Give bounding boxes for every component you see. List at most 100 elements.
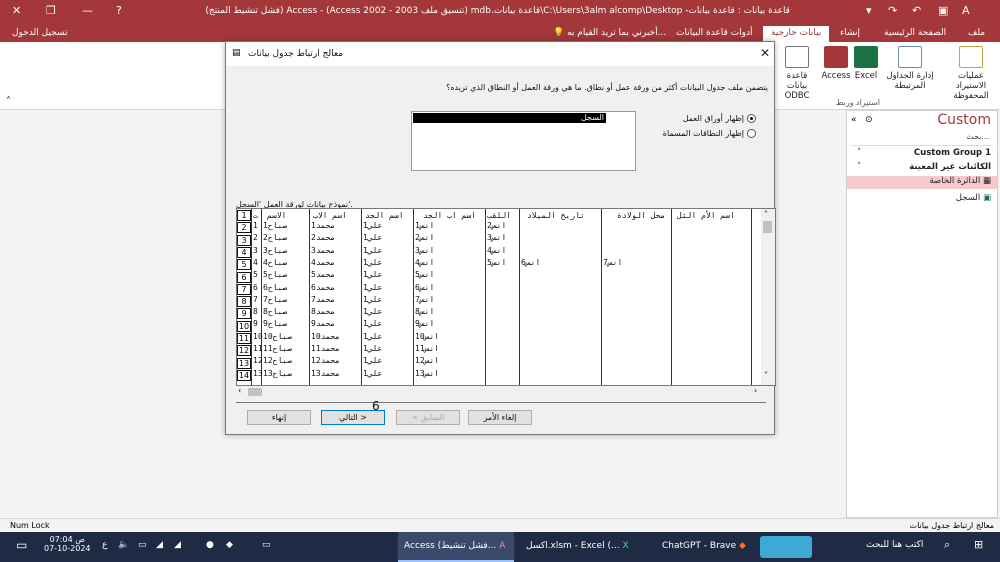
status-text: معالج ارتباط جدول بيانات (909, 521, 994, 530)
saved-imports-icon (959, 46, 983, 68)
sheet-item-selected[interactable]: السجل (413, 113, 606, 123)
cancel-button[interactable]: إلغاء الأمر (468, 410, 532, 425)
scroll-thumb[interactable] (763, 221, 772, 233)
grid-horizontal-scrollbar[interactable]: ‹ › (236, 386, 766, 398)
row-number: 10 (237, 320, 251, 332)
header-name: الاسم (267, 211, 287, 220)
nav-item-special-circle[interactable]: الدائرة الخاصة ▦ (847, 176, 997, 189)
cell-t: 11 (253, 344, 263, 353)
windows-start-icon[interactable]: ⊞ (974, 538, 983, 551)
cell-birthplace: انس7 (603, 257, 623, 267)
radio-show-worksheets[interactable]: إظهار أوراق العمل (683, 114, 756, 123)
search-icon[interactable]: ⌕ (944, 538, 950, 552)
window-title: قاعدة بيانات : قاعدة بيانات- C:\Users\3a… (205, 6, 790, 16)
excel-import-button[interactable]: Excel (853, 46, 879, 81)
tab-file[interactable]: ملف (960, 26, 993, 42)
hscroll-thumb[interactable] (248, 388, 262, 396)
cell-greatgrandfather: انس2 (415, 233, 435, 243)
cell-t: 13 (253, 368, 263, 378)
cell-name: صباح1 (263, 221, 288, 230)
odbc-import-button[interactable]: قاعدة بيانات ODBC (776, 46, 818, 101)
sheet-preview-grid[interactable]: 1 2 3 4 5 6 7 8 9 10 11 12 13 14 ت الاسم اسم الاب اسم… (236, 208, 776, 386)
scroll-left-icon[interactable]: ‹ (238, 386, 241, 395)
cell-grandfather: علي1 (363, 344, 383, 353)
battery-icon[interactable]: ▭ (138, 540, 147, 550)
tray-icon-1[interactable]: ◢ (174, 540, 181, 550)
finish-button[interactable]: إنهاء (247, 410, 311, 425)
island-widget-icon[interactable] (760, 536, 812, 558)
tray-icon-4[interactable]: ▭ (262, 540, 271, 550)
network-icon[interactable]: ◢ (156, 540, 163, 550)
table-icon: ▦ (982, 176, 991, 186)
cell-greatgrandfather: انس13 (415, 368, 440, 378)
tray-icon-2[interactable]: ● (206, 540, 214, 550)
tab-external-data[interactable]: بيانات خارجية (763, 26, 830, 42)
cell-greatgrandfather: انس4 (415, 257, 435, 267)
close-window-icon[interactable]: ✕ (12, 4, 21, 17)
taskbar-app-access[interactable]: Access (فشل تنشيط... A (398, 532, 514, 562)
cell-surname: انس4 (487, 245, 507, 255)
cell-name: صباح12 (263, 356, 292, 366)
cell-father: محمد5 (311, 270, 336, 280)
scroll-up-icon[interactable]: ˄ (764, 210, 768, 219)
help-icon[interactable]: ? (116, 4, 122, 17)
language-indicator[interactable]: ع (102, 540, 107, 550)
back-button[interactable]: < السابق (396, 410, 460, 425)
header-birthdate: تاريخ الميلاد (527, 211, 585, 220)
cell-greatgrandfather: انس5 (415, 270, 435, 280)
cell-t: 9 (253, 319, 258, 329)
clock[interactable]: 07:04 ص 07-10-2024 (44, 535, 91, 553)
nav-search-input[interactable]: بحث... (851, 132, 993, 146)
undo-icon[interactable]: ↶ (912, 4, 921, 17)
dialog-close-icon[interactable]: ✕ (760, 46, 770, 60)
scroll-right-icon[interactable]: › (754, 386, 757, 395)
row-number: 13 (237, 357, 251, 369)
nav-item-record[interactable]: السجل ▣ (847, 193, 997, 206)
minimize-window-icon[interactable]: — (82, 4, 93, 17)
tray-icon-3[interactable]: ◆ (226, 540, 233, 550)
saved-imports-button[interactable]: عمليات الاستيراد المحفوظة (944, 46, 998, 101)
cell-father: محمد1 (311, 221, 336, 230)
excel-icon (854, 46, 878, 68)
sheet-listbox[interactable]: السجل (411, 111, 636, 171)
save-icon[interactable]: ▣ (938, 4, 948, 17)
lightbulb-icon: 💡 (553, 28, 565, 38)
tab-create[interactable]: إنشاء (832, 26, 868, 42)
row-number: 7 (237, 283, 251, 295)
cell-name: صباح4 (263, 257, 288, 267)
tab-database-tools[interactable]: أدوات قاعدة البيانات (668, 26, 761, 42)
nav-group-unassigned[interactable]: ˄ الكائنات غير المعينة (847, 162, 997, 175)
taskbar-search[interactable]: اكتب هنا للبحث (866, 540, 923, 550)
signin-link[interactable]: تسجيل الدخول (4, 26, 75, 42)
grid-vertical-scrollbar[interactable]: ˄ ˅ (761, 209, 775, 385)
access-import-button[interactable]: Access (820, 46, 852, 81)
scroll-down-icon[interactable]: ˅ (764, 371, 768, 380)
cell-greatgrandfather: انس6 (415, 282, 435, 292)
restore-window-icon[interactable]: ❐ (46, 4, 56, 17)
collapse-nav-icon[interactable]: « (851, 115, 857, 125)
cell-greatgrandfather: انس1 (415, 221, 435, 230)
nav-group-custom[interactable]: ˄ Custom Group 1 (847, 148, 997, 161)
cell-name: صباح13 (263, 368, 292, 378)
taskbar-app-brave[interactable]: ChatGPT - Brave ◆ (656, 532, 754, 562)
nav-menu-icon[interactable]: ⊙ (865, 115, 873, 125)
volume-icon[interactable]: 🔈 (118, 540, 129, 550)
tell-me-search[interactable]: 💡 أخبرني بما تريد القيام به... (545, 26, 674, 42)
notifications-icon[interactable]: ▭ (16, 538, 27, 552)
radio-dot-icon (747, 129, 756, 138)
tab-home[interactable]: الصفحة الرئيسية (876, 26, 954, 42)
access-app-icon: A (499, 541, 506, 551)
radio-show-named-ranges[interactable]: إظهار النطاقات المسماة (663, 129, 756, 138)
cell-father: محمد3 (311, 245, 336, 255)
nav-title[interactable]: Custom (937, 112, 991, 128)
cell-father: محمد9 (311, 319, 336, 329)
column-birthplace (601, 209, 602, 385)
collapse-ribbon-icon[interactable]: ˄ (6, 96, 11, 107)
row-number: 1 (237, 210, 251, 221)
redo-icon[interactable]: ↷ (888, 4, 897, 17)
cell-t: 6 (253, 282, 258, 292)
taskbar-app-excel[interactable]: اكسل.xlsm - Excel (... X (520, 532, 632, 562)
cell-father: محمد13 (311, 368, 340, 378)
linked-table-manager-button[interactable]: إدارة الجداول المرتبطة (882, 46, 938, 91)
quick-access-dropdown-icon[interactable]: ▾ (866, 4, 872, 17)
